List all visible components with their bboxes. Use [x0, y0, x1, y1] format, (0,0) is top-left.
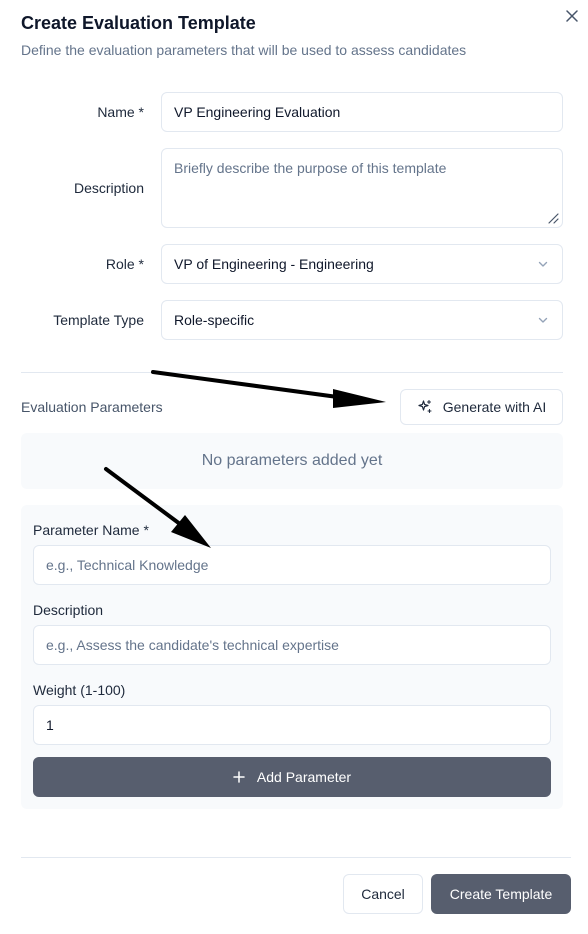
role-select[interactable]: VP of Engineering - Engineering [161, 244, 563, 284]
weight-input[interactable]: 1 [33, 705, 551, 745]
weight-label: Weight (1-100) [33, 682, 126, 698]
description-label: Description [73, 180, 144, 196]
generate-with-ai-label: Generate with AI [442, 399, 547, 415]
parameter-name-label: Parameter Name * [33, 522, 149, 538]
name-label: Name * [97, 104, 144, 120]
name-input[interactable]: VP Engineering Evaluation [161, 92, 563, 132]
resize-handle-icon[interactable] [547, 212, 559, 224]
section-divider [21, 372, 563, 373]
parameters-section-title: Evaluation Parameters [21, 399, 163, 415]
template-type-select[interactable]: Role-specific [161, 300, 563, 340]
chevron-down-icon [538, 317, 548, 323]
add-parameter-label: Add Parameter [256, 769, 352, 785]
weight-input-value: 1 [46, 717, 54, 733]
parameter-description-placeholder: e.g., Assess the candidate's technical e… [46, 637, 339, 653]
footer-divider [21, 857, 571, 858]
role-label: Role * [105, 256, 144, 272]
create-template-button[interactable]: Create Template [431, 874, 571, 914]
template-type-label: Template Type [53, 312, 144, 328]
close-icon [566, 10, 578, 22]
description-textarea[interactable]: Briefly describe the purpose of this tem… [161, 148, 563, 228]
parameter-description-input[interactable]: e.g., Assess the candidate's technical e… [33, 625, 551, 665]
template-type-value: Role-specific [174, 312, 255, 328]
role-select-value: VP of Engineering - Engineering [174, 256, 374, 272]
name-input-value: VP Engineering Evaluation [174, 104, 341, 120]
empty-parameters-text: No parameters added yet [201, 452, 383, 469]
arrow-to-generate-button [151, 370, 386, 408]
generate-with-ai-button[interactable]: Generate with AI [400, 389, 563, 425]
parameter-name-input[interactable]: e.g., Technical Knowledge [33, 545, 551, 585]
description-placeholder: Briefly describe the purpose of this tem… [174, 160, 447, 176]
sparkles-icon [418, 399, 432, 414]
add-parameter-panel: Parameter Name * e.g., Technical Knowled… [21, 505, 563, 809]
add-parameter-button[interactable]: Add Parameter [33, 757, 551, 797]
cancel-button[interactable]: Cancel [343, 874, 423, 914]
dialog-subtitle: Define the evaluation parameters that wi… [21, 42, 467, 58]
dialog-title: Create Evaluation Template [21, 13, 256, 33]
create-template-dialog: Create Evaluation Template Define the ev… [0, 0, 588, 934]
parameter-name-placeholder: e.g., Technical Knowledge [46, 557, 209, 573]
chevron-down-icon [538, 261, 548, 267]
close-button[interactable] [562, 6, 582, 26]
plus-icon [233, 771, 245, 783]
empty-parameters-state: No parameters added yet [21, 433, 563, 489]
parameter-description-label: Description [33, 602, 104, 618]
